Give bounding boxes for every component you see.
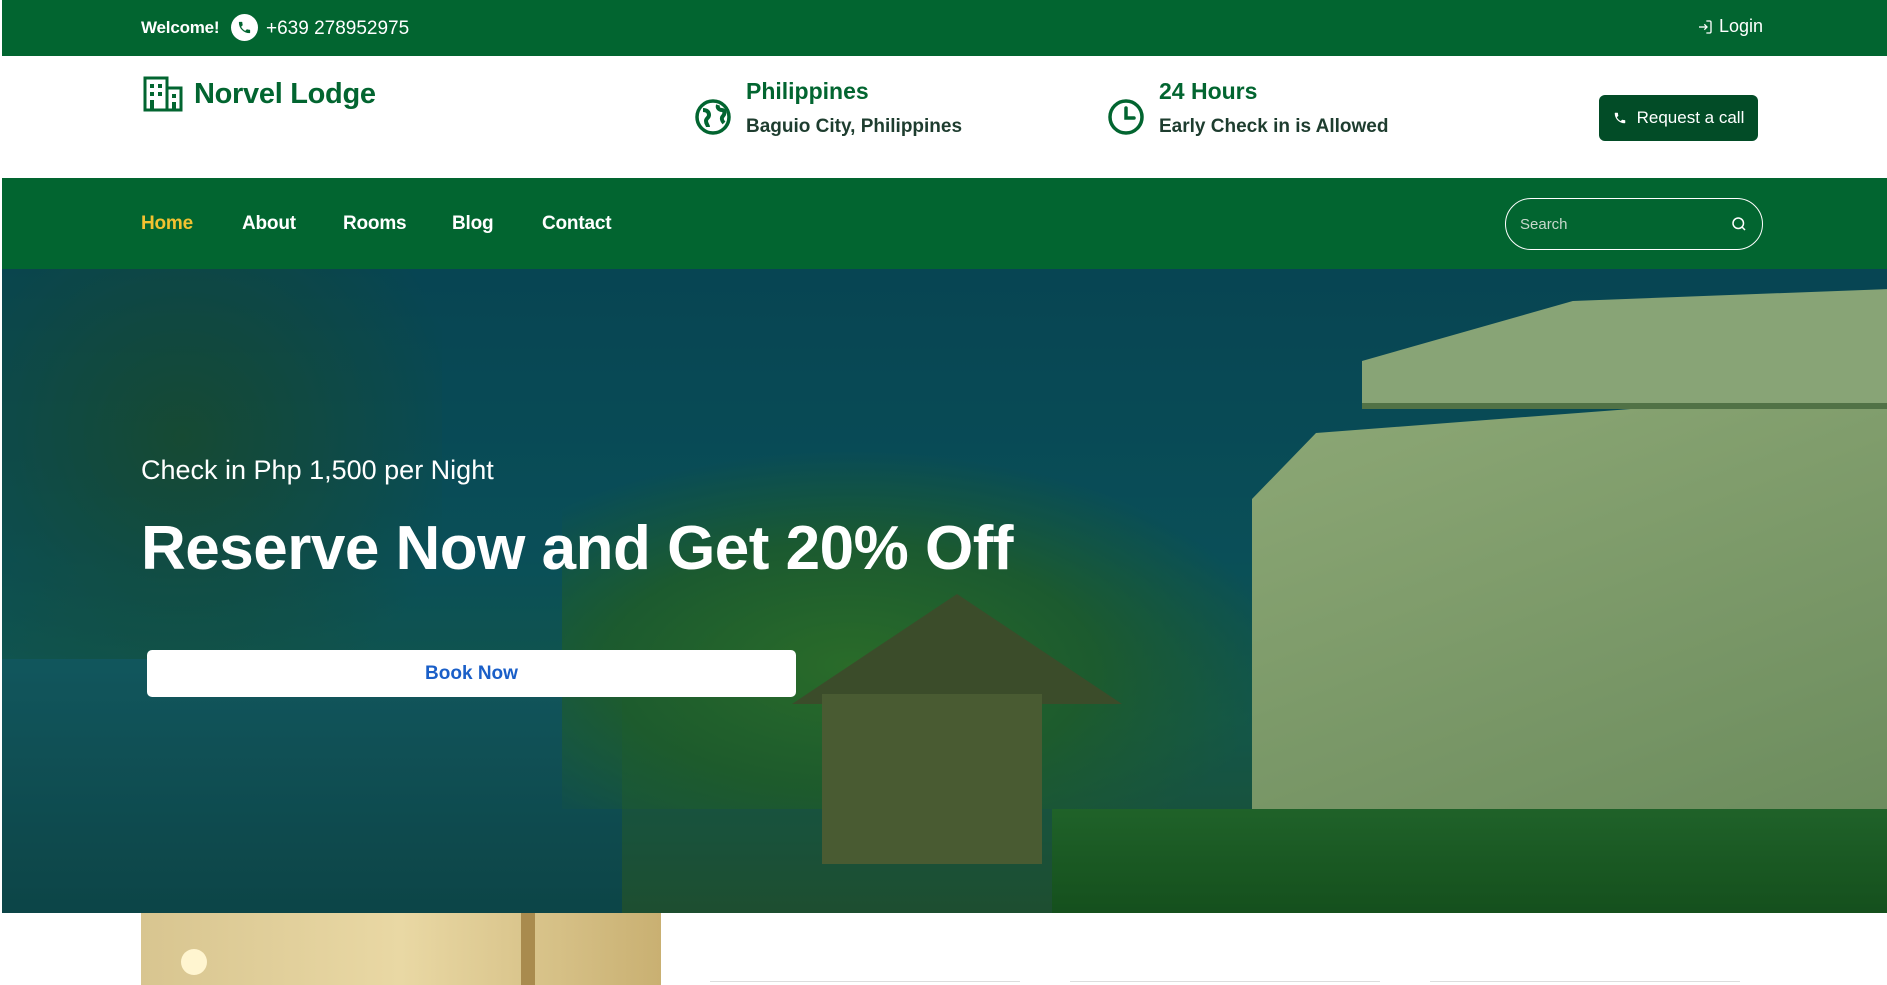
hours-info: 24 Hours Early Check in is Allowed <box>1107 80 1388 136</box>
location-info: Philippines Baguio City, Philippines <box>694 80 962 136</box>
booking-field[interactable] <box>1430 981 1740 985</box>
search-input[interactable] <box>1520 213 1720 235</box>
welcome-text: Welcome! <box>141 18 220 37</box>
booking-field[interactable] <box>710 981 1020 985</box>
nav-item-rooms[interactable]: Rooms <box>343 213 407 235</box>
location-title: Philippines <box>746 78 869 104</box>
logo-text: Norvel Lodge <box>194 77 376 110</box>
search-box <box>1505 198 1763 250</box>
booking-field[interactable] <box>1070 981 1380 985</box>
globe-icon <box>695 99 731 135</box>
login-link[interactable]: Login <box>1697 16 1763 37</box>
location-subtitle: Baguio City, Philippines <box>746 116 963 137</box>
nav-item-about[interactable]: About <box>242 213 296 235</box>
book-now-button[interactable]: Book Now <box>147 650 796 697</box>
hero-banner: Check in Php 1,500 per Night Reserve Now… <box>2 269 1887 913</box>
building-icon <box>143 76 183 112</box>
nav-item-contact[interactable]: Contact <box>542 213 612 235</box>
request-call-label: Request a call <box>1636 108 1745 127</box>
hours-title: 24 Hours <box>1159 78 1258 104</box>
nav-item-blog[interactable]: Blog <box>452 213 494 235</box>
main-nav: Home About Rooms Blog Contact <box>2 178 1887 269</box>
request-call-button[interactable]: Request a call <box>1599 95 1758 141</box>
hero-headline: Reserve Now and Get 20% Off <box>141 514 1014 583</box>
search-icon[interactable] <box>1730 215 1748 233</box>
room-image <box>141 913 661 985</box>
nav-item-home[interactable]: Home <box>141 213 193 235</box>
top-bar: Welcome! +639 278952975 Login <box>2 0 1887 56</box>
phone-icon <box>1614 112 1625 124</box>
login-label: Login <box>1718 16 1763 36</box>
hours-subtitle: Early Check in is Allowed <box>1159 116 1389 137</box>
clock-icon <box>1108 99 1144 135</box>
login-icon <box>1698 19 1712 34</box>
phone-icon <box>231 14 258 41</box>
phone-number[interactable]: +639 278952975 <box>266 18 409 40</box>
hero-subtitle: Check in Php 1,500 per Night <box>141 455 494 485</box>
logo[interactable]: Norvel Lodge <box>143 76 376 112</box>
header: Norvel Lodge Philippines Baguio City, Ph… <box>2 56 1887 178</box>
booking-card <box>125 913 1777 985</box>
